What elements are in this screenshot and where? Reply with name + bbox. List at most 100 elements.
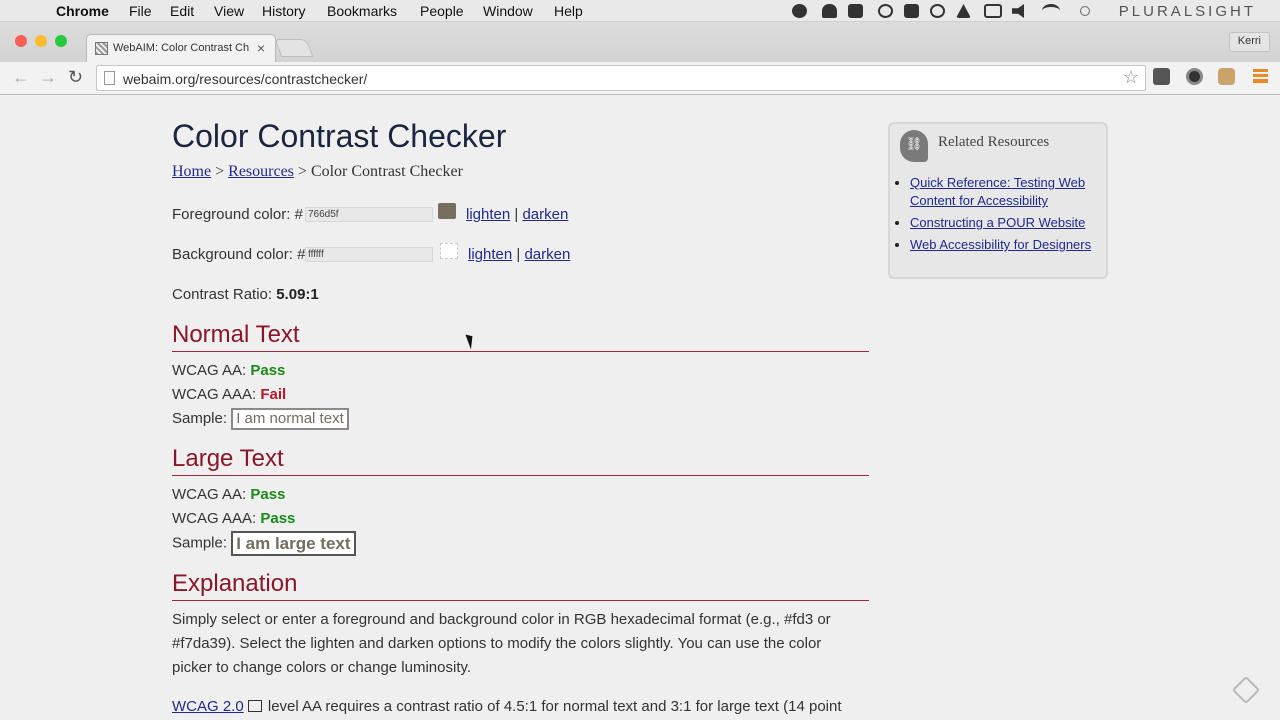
creative-cloud-icon[interactable] (792, 4, 807, 18)
normal-aaa-result: Fail (260, 386, 287, 403)
bookmark-star-icon[interactable]: ☆ (1123, 67, 1139, 88)
wifi-icon[interactable] (1042, 4, 1060, 18)
large-sample-label: Sample: (172, 534, 228, 552)
explanation-heading: Explanation (172, 570, 869, 601)
background-color-picker[interactable] (440, 243, 458, 259)
normal-sample-text: I am normal text (231, 408, 349, 430)
minimize-window-button[interactable] (35, 35, 47, 47)
wcag-requirements: WCAG 2.0 level AA requires a contrast ra… (172, 695, 862, 719)
large-text-heading: Large Text (172, 445, 869, 476)
zoom-window-button[interactable] (55, 35, 67, 47)
foreground-lighten-link[interactable]: lighten (466, 206, 510, 223)
background-label: Background color: # (172, 246, 306, 263)
webpage: Color Contrast Checker Home > Resources … (0, 95, 1280, 720)
background-hex-input[interactable]: ffffff (305, 247, 433, 262)
large-aa-label: WCAG AA: (172, 486, 247, 503)
breadcrumb-home-link[interactable]: Home (172, 163, 211, 180)
wcag-requirements-text: level AA requires a contrast ratio of 4.… (267, 698, 842, 715)
pluralsight-brand: PLURALSIGHT (1118, 3, 1256, 20)
pluralsight-play-icon (1080, 6, 1090, 16)
background-lighten-link[interactable]: lighten (468, 246, 512, 263)
normal-text-heading: Normal Text (172, 321, 869, 352)
notification-bell-icon[interactable] (822, 4, 837, 18)
link-separator: | (514, 206, 519, 223)
browser-toolbar: ← → ↻ webaim.org/resources/contrastcheck… (0, 62, 1280, 95)
page-icon (104, 71, 115, 85)
list-item: Web Accessibility for Designers (910, 236, 1100, 254)
breadcrumb: Home > Resources > Color Contrast Checke… (172, 163, 463, 181)
tab-strip: WebAIM: Color Contrast Ch × Kerri (0, 22, 1280, 62)
large-aaa-row: WCAG AAA: Pass (172, 510, 295, 527)
large-aaa-result: Pass (260, 510, 296, 527)
normal-sample-row: Sample: I am normal text (172, 408, 349, 430)
menu-chrome[interactable]: Chrome (56, 3, 109, 19)
wcag-link[interactable]: WCAG 2.0 (172, 698, 244, 715)
tab-webaim[interactable]: WebAIM: Color Contrast Ch × (86, 34, 276, 62)
pluralsight-watermark-icon (1231, 675, 1261, 705)
contrast-ratio: Contrast Ratio: 5.09:1 (172, 286, 319, 303)
volume-icon[interactable] (1012, 4, 1024, 18)
evernote-icon[interactable] (904, 4, 919, 18)
breadcrumb-separator: > (215, 163, 225, 180)
related-resources-panel: ⛓ Related Resources Quick Reference: Tes… (888, 122, 1108, 279)
menu-help[interactable]: Help (554, 3, 583, 19)
forward-arrow-icon[interactable]: → (39, 67, 57, 88)
list-item: Quick Reference: Testing Web Content for… (910, 174, 1100, 210)
close-window-button[interactable] (15, 35, 27, 47)
normal-aaa-row: WCAG AAA: Fail (172, 386, 286, 403)
external-link-icon (247, 700, 262, 712)
background-row: Background color: # ffffff lighten | dar… (172, 243, 592, 266)
menu-window[interactable]: Window (483, 3, 533, 19)
menu-people[interactable]: People (420, 3, 464, 19)
large-aaa-label: WCAG AAA: (172, 510, 257, 527)
chrome-menu-icon[interactable] (1253, 69, 1268, 83)
link-separator: | (516, 246, 521, 263)
foreground-darken-link[interactable]: darken (522, 206, 568, 223)
large-aa-result: Pass (250, 486, 286, 503)
sync-icon[interactable] (930, 4, 945, 18)
large-sample-row: Sample: I am large text (172, 531, 356, 556)
url-text[interactable]: webaim.org/resources/contrastchecker/ (123, 71, 367, 87)
large-aa-row: WCAG AA: Pass (172, 486, 285, 503)
new-tab-button[interactable] (274, 39, 314, 57)
menu-edit[interactable]: Edit (170, 3, 194, 19)
webaim-favicon-icon (95, 42, 108, 55)
normal-aa-row: WCAG AA: Pass (172, 362, 285, 379)
list-item: Constructing a POUR Website (910, 214, 1100, 232)
related-resources-title: Related Resources (938, 134, 1050, 150)
google-drive-icon[interactable] (956, 4, 971, 18)
normal-aa-label: WCAG AA: (172, 362, 247, 379)
normal-sample-label: Sample: (172, 409, 228, 427)
dropbox-icon[interactable] (848, 4, 863, 18)
extension-face-icon[interactable] (1218, 68, 1235, 85)
resource-link-designers[interactable]: Web Accessibility for Designers (910, 237, 1091, 252)
reload-icon[interactable]: ↻ (68, 67, 83, 88)
tab-close-icon[interactable]: × (257, 40, 265, 56)
foreground-label: Foreground color: # (172, 206, 303, 223)
keyboard-icon[interactable] (984, 4, 1002, 18)
back-arrow-icon[interactable]: ← (12, 67, 30, 88)
large-sample-text: I am large text (231, 531, 356, 556)
record-icon[interactable] (878, 4, 893, 18)
background-darken-link[interactable]: darken (524, 246, 570, 263)
menu-view[interactable]: View (214, 3, 244, 19)
resource-link-pour-website[interactable]: Constructing a POUR Website (910, 215, 1085, 230)
extension-color-icon[interactable] (1186, 68, 1203, 85)
resource-link-quick-reference[interactable]: Quick Reference: Testing Web Content for… (910, 175, 1085, 208)
extension-evernote-icon[interactable] (1153, 68, 1170, 85)
foreground-row: Foreground color: # 766d5f lighten | dar… (172, 203, 592, 226)
breadcrumb-resources-link[interactable]: Resources (228, 163, 294, 180)
menu-file[interactable]: File (129, 3, 152, 19)
explanation-paragraph: Simply select or enter a foreground and … (172, 611, 831, 676)
link-chain-icon: ⛓ (900, 130, 928, 162)
contrast-ratio-value: 5.09:1 (276, 286, 319, 303)
menu-history[interactable]: History (262, 3, 306, 19)
profile-button[interactable]: Kerri (1228, 32, 1270, 52)
menu-bookmarks[interactable]: Bookmarks (327, 3, 397, 19)
foreground-color-picker[interactable] (438, 203, 456, 219)
foreground-hex-input[interactable]: 766d5f (305, 207, 433, 222)
normal-aaa-label: WCAG AAA: (172, 386, 257, 403)
tab-title: WebAIM: Color Contrast Ch (113, 42, 250, 54)
breadcrumb-current: Color Contrast Checker (310, 163, 463, 180)
address-bar[interactable]: webaim.org/resources/contrastchecker/ ☆ (96, 65, 1146, 91)
